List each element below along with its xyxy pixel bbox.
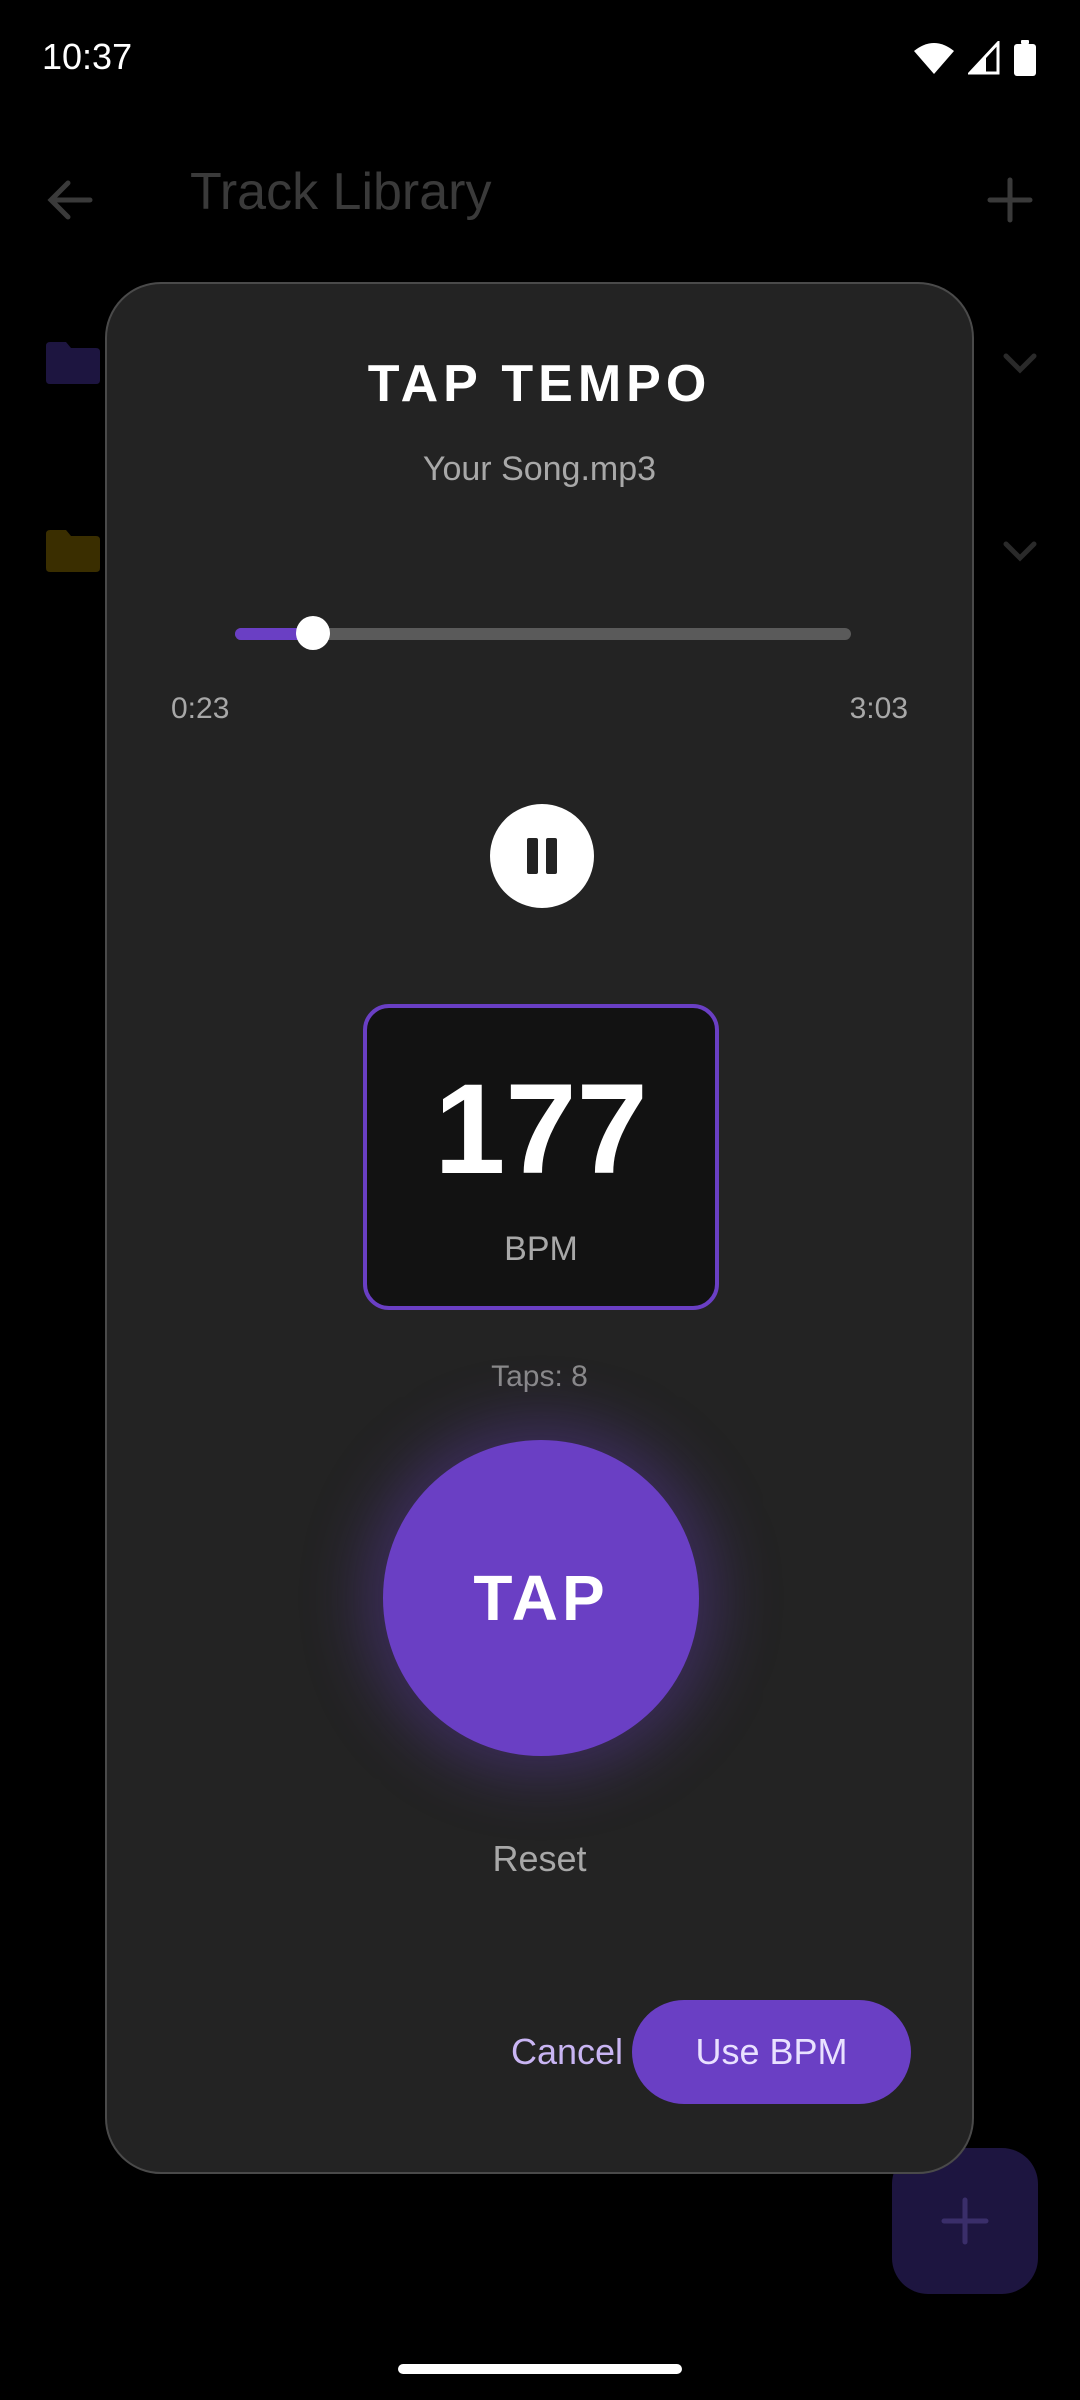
status-time: 10:37 <box>42 36 133 77</box>
screen: 10:37 Track Library TAP TEMPO Your Song.… <box>0 0 1080 2400</box>
tap-tempo-dialog: TAP TEMPO Your Song.mp3 0:23 3:03 177 BP… <box>105 282 974 2174</box>
background-app-bar: Track Library <box>0 120 1080 270</box>
playback-slider[interactable] <box>235 614 851 654</box>
song-name: Your Song.mp3 <box>422 450 657 488</box>
signal-icon <box>968 41 1000 75</box>
taps-count: Taps: 8 <box>491 1360 588 1393</box>
add-icon <box>987 177 1033 223</box>
reset-button[interactable]: Reset <box>107 1838 972 1880</box>
playback-position: 0:23 <box>171 692 230 725</box>
pause-button[interactable] <box>490 804 594 908</box>
use-bpm-button[interactable]: Use BPM <box>632 2000 911 2104</box>
battery-icon <box>1014 40 1036 76</box>
status-bar: 10:37 <box>0 0 1080 120</box>
bpm-display: 177 BPM <box>363 1004 719 1310</box>
gesture-bar[interactable] <box>398 2364 682 2374</box>
tap-label: TAP <box>473 1562 609 1634</box>
bpm-label: BPM <box>504 1230 578 1268</box>
page-title: Track Library <box>190 163 492 221</box>
slider-thumb[interactable] <box>295 616 330 650</box>
chevron-down-icon <box>1003 541 1037 562</box>
dialog-title: TAP TEMPO <box>367 355 712 413</box>
wifi-icon <box>914 43 954 74</box>
bpm-value: 177 <box>434 1058 648 1201</box>
pause-icon <box>527 838 557 874</box>
status-icons <box>914 40 1036 76</box>
playback-duration: 3:03 <box>849 692 908 725</box>
folder-icon <box>46 530 100 572</box>
plus-icon <box>941 2197 989 2245</box>
chevron-down-icon <box>1003 353 1037 374</box>
tap-button[interactable]: TAP <box>383 1440 699 1756</box>
folder-icon <box>46 342 100 384</box>
back-arrow-icon <box>47 180 93 220</box>
